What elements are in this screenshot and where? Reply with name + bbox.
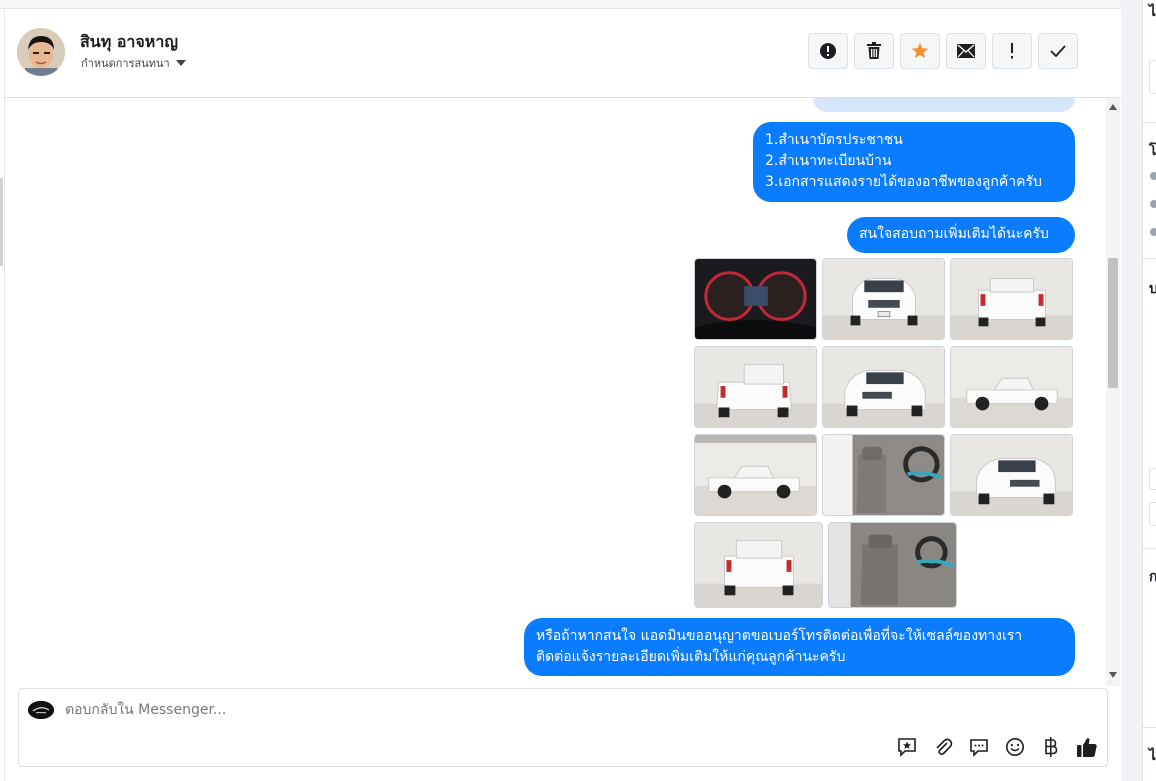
reply-input[interactable] <box>65 699 765 721</box>
comment-icon <box>970 739 988 757</box>
message-contact: หรือถ้าหากสนใจ แอดมินขออนุญาตขอเบอร์โทรต… <box>524 618 1075 676</box>
car-photo[interactable] <box>822 346 945 428</box>
customer-name: สินทุ อาจหาญ <box>80 32 178 51</box>
message-more-info: สนใจสอบถามเพิ่มเติมได้นะครับ <box>847 217 1075 253</box>
message-line: 3.เอกสารแสดงรายได้ของอาชีพของลูกค้าครับ <box>765 174 1042 190</box>
panel-field[interactable] <box>1149 60 1156 94</box>
mark-unread-button[interactable] <box>946 33 986 69</box>
report-spam-button[interactable] <box>808 33 848 69</box>
comment-button[interactable] <box>967 735 991 759</box>
saved-reply-button[interactable] <box>895 735 919 759</box>
car-photo[interactable] <box>950 346 1073 428</box>
assign-conversation-dropdown[interactable]: กำหนดการสนทนา <box>81 54 186 72</box>
previous-message-fragment: บอกเพิ่มเติมของเอกสาร <box>813 98 1075 112</box>
car-photo[interactable] <box>694 346 817 428</box>
page-avatar <box>28 701 54 719</box>
conversation-header: สินทุ อาจหาญ กำหนดการสนทนา <box>5 9 1121 98</box>
panel-field[interactable] <box>1149 468 1156 490</box>
left-scroll-edge <box>0 178 3 266</box>
panel-separator <box>1143 122 1156 123</box>
baht-payment-icon <box>1045 737 1058 757</box>
panel-field[interactable] <box>1149 502 1156 526</box>
car-photo[interactable] <box>950 258 1073 340</box>
car-photo[interactable] <box>822 434 945 516</box>
car-photo[interactable] <box>822 258 945 340</box>
message-documents: 1.สำเนาบัตรประชาชน 2.สำเนาทะเบียนบ้าน 3.… <box>753 122 1075 202</box>
panel-fragment: ก <box>1149 566 1156 588</box>
caret-down-icon <box>175 60 186 66</box>
reply-composer <box>18 688 1108 767</box>
panel-separator <box>1143 727 1156 728</box>
panel-divider <box>1121 0 1142 781</box>
car-photo[interactable] <box>694 434 817 516</box>
thumbs-up-icon <box>1077 738 1097 757</box>
info-dot-icon <box>1150 228 1156 236</box>
customer-info-panel: ไ โ บ ก ไ <box>1142 0 1156 781</box>
thread-scrollbar[interactable] <box>1106 98 1120 686</box>
message-line: สนใจสอบถามเพิ่มเติมได้นะครับ <box>859 226 1049 242</box>
panel-separator <box>1143 258 1156 259</box>
car-photo[interactable] <box>694 522 823 608</box>
panel-separator <box>1143 548 1156 549</box>
attachment-icon <box>936 738 953 755</box>
delete-button[interactable] <box>854 33 894 69</box>
message-line: 1.สำเนาบัตรประชาชน <box>765 132 903 148</box>
message-line: 2.สำเนาทะเบียนบ้าน <box>765 153 892 169</box>
star-icon <box>911 42 929 59</box>
checkmark-icon <box>1050 45 1066 57</box>
follow-up-button[interactable] <box>992 33 1032 69</box>
payment-button[interactable] <box>1039 735 1063 759</box>
panel-fragment: ไ <box>1149 748 1156 764</box>
message-thread[interactable]: บอกเพิ่มเติมของเอกสาร 1.สำเนาบัตรประชาชน… <box>5 98 1121 686</box>
car-photo[interactable] <box>694 258 817 340</box>
info-dot-icon <box>1150 172 1156 180</box>
star-button[interactable] <box>900 33 940 69</box>
assign-label: กำหนดการสนทนา <box>81 57 170 70</box>
attachment-button[interactable] <box>931 735 955 759</box>
exclamation-icon <box>1011 43 1013 59</box>
panel-fragment: บ <box>1149 278 1156 300</box>
exclamation-circle-icon <box>820 43 836 59</box>
message-line: ติดต่อแจ้งรายละเอียดเพิ่มเติมให้แก่คุณลู… <box>536 649 846 665</box>
window-top-strip <box>0 0 1122 9</box>
emoji-icon <box>1006 738 1024 756</box>
panel-fragment: ไ <box>1149 4 1156 20</box>
info-dot-icon <box>1150 200 1156 208</box>
car-photo[interactable] <box>828 522 957 608</box>
customer-avatar[interactable] <box>17 28 65 76</box>
scroll-down-arrow[interactable] <box>1109 672 1117 678</box>
conversation-panel: สินทุ อาจหาญ กำหนดการสนทนา 1.สำเนาบัตรปร… <box>4 9 1121 781</box>
header-actions <box>808 33 1078 69</box>
scroll-up-arrow[interactable] <box>1109 104 1117 110</box>
scrollbar-thumb[interactable] <box>1108 258 1118 388</box>
panel-fragment: โ <box>1149 143 1156 159</box>
like-button[interactable] <box>1075 735 1099 759</box>
mark-done-button[interactable] <box>1038 33 1078 69</box>
message-line: หรือถ้าหากสนใจ แอดมินขออนุญาตขอเบอร์โทรต… <box>536 628 1023 644</box>
emoji-button[interactable] <box>1003 735 1027 759</box>
composer-tools <box>895 735 1099 759</box>
car-photo[interactable] <box>950 434 1073 516</box>
trash-icon <box>867 42 881 59</box>
saved-reply-icon <box>898 738 916 757</box>
envelope-icon <box>957 44 975 58</box>
